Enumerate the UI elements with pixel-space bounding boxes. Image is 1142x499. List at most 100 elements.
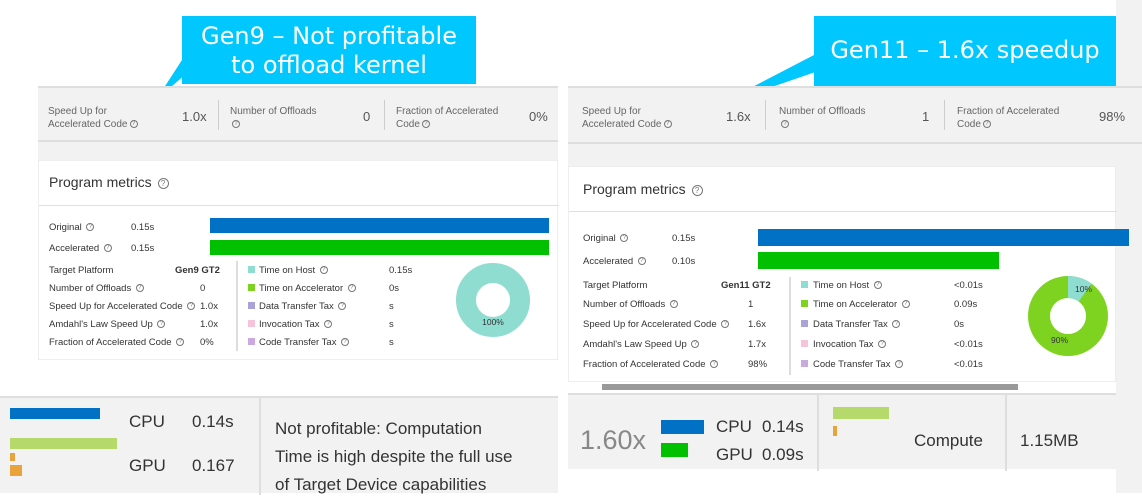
right-legend-label: Time on Accelerator ? xyxy=(813,299,910,310)
left-cpu-bar xyxy=(10,408,100,419)
help-icon: ? xyxy=(620,234,629,243)
right-legend-label: Invocation Tax ? xyxy=(813,339,887,350)
help-icon: ? xyxy=(669,300,678,309)
right-row-value: 1 xyxy=(748,299,754,310)
accelerator-swatch xyxy=(248,284,255,291)
horizontal-scrollbar[interactable] xyxy=(602,384,1018,390)
left-row-label: Fraction of Accelerated Code ? xyxy=(49,337,185,348)
right-offloads-value: 1 xyxy=(922,109,930,124)
right-donut-host-label: 10% xyxy=(1075,284,1092,294)
left-row-label: Amdahl's Law Speed Up ? xyxy=(49,319,166,330)
help-icon: ? xyxy=(721,320,730,329)
help-icon: ? xyxy=(129,120,138,129)
help-icon: ? xyxy=(341,338,350,347)
help-icon: ? xyxy=(710,360,719,369)
left-row-value: Gen9 GT2 xyxy=(175,265,220,276)
right-summary-bar: Speed Up for Accelerated Code? 1.6x Numb… xyxy=(568,86,1142,144)
left-summary-bar: Speed Up for Accelerated Code? 1.0x Numb… xyxy=(38,86,558,142)
left-legend-label: Invocation Tax ? xyxy=(259,319,333,330)
right-legend-value: 0s xyxy=(954,319,965,330)
help-icon: ? xyxy=(901,300,910,309)
left-bottom-summary: CPU 0.14s GPU 0.167 Not profitable: Comp… xyxy=(0,396,558,495)
help-icon: ? xyxy=(663,120,672,129)
right-size-value: 1.15MB xyxy=(1020,431,1079,450)
left-row-value: 1.0x xyxy=(200,301,218,312)
left-legend-value: 0.15s xyxy=(389,265,413,276)
left-row-value: 0 xyxy=(200,283,206,294)
right-row-label: Speed Up for Accelerated Code ? xyxy=(583,319,730,330)
left-cpu-label: CPU xyxy=(129,412,165,431)
right-speedup-label: Speed Up for Accelerated Code? xyxy=(582,105,672,131)
right-metrics-title: Program metrics ? xyxy=(583,181,703,197)
host-swatch xyxy=(801,281,808,288)
help-icon: ? xyxy=(347,284,356,293)
host-swatch xyxy=(248,266,255,273)
right-original-value: 0.15s xyxy=(672,233,696,244)
right-callout: Gen11 – 1.6x speedup xyxy=(814,16,1116,86)
right-row-value: 98% xyxy=(748,359,768,370)
left-cpu-value: 0.14s xyxy=(192,412,234,431)
right-program-metrics: Program metrics ? Original ? 0.15s Accel… xyxy=(568,166,1129,382)
left-program-metrics: Program metrics ? Original ? 0.15s Accel… xyxy=(38,160,559,360)
right-legend-value: <0.01s xyxy=(954,280,983,291)
left-callout-line2: to offload kernel xyxy=(231,51,427,79)
transfer-swatch xyxy=(248,302,255,309)
help-icon: ? xyxy=(176,338,185,347)
left-speedup-label: Speed Up for Accelerated Code? xyxy=(48,105,138,131)
help-icon: ? xyxy=(873,281,882,290)
left-row-label: Number of Offloads ? xyxy=(49,283,144,294)
help-icon: ? xyxy=(892,320,901,329)
help-icon: ? xyxy=(187,302,196,311)
right-row-label: Number of Offloads ? xyxy=(583,299,678,310)
right-accelerated-label: Accelerated ? xyxy=(583,256,646,267)
left-legend-value: s xyxy=(389,319,394,330)
left-legend-value: 0s xyxy=(389,283,400,294)
left-callout-line1: Gen9 – Not profitable xyxy=(201,22,457,50)
right-row-label: Fraction of Accelerated Code ? xyxy=(583,359,719,370)
right-compute-small-bar xyxy=(833,426,837,436)
help-icon: ? xyxy=(691,340,700,349)
help-icon: ? xyxy=(86,223,95,232)
left-legend-label: Code Transfer Tax ? xyxy=(259,337,350,348)
left-accelerated-label: Accelerated ? xyxy=(49,243,112,254)
left-legend-label: Time on Host ? xyxy=(259,265,328,276)
right-donut-chart: 10% 90% xyxy=(1028,276,1108,356)
right-compute-label: Compute xyxy=(914,431,983,450)
right-fraction-value: 98% xyxy=(1099,109,1126,124)
code-transfer-swatch xyxy=(248,338,255,345)
left-legend-value: s xyxy=(389,337,394,348)
left-speedup-value: 1.0x xyxy=(182,109,207,124)
left-fraction-label: Fraction of Accelerated Code? xyxy=(396,106,499,130)
left-fraction-value: 0% xyxy=(529,109,548,124)
help-icon: ? xyxy=(878,340,887,349)
right-cpu-label: CPU xyxy=(716,417,752,436)
left-legend-value: s xyxy=(389,301,394,312)
left-offloads-value: 0 xyxy=(363,109,371,124)
right-legend-label: Data Transfer Tax ? xyxy=(813,319,901,330)
help-icon: ? xyxy=(781,120,789,129)
left-gpu-small-bar xyxy=(10,465,22,476)
transfer-swatch xyxy=(801,320,808,327)
left-legend-label: Data Transfer Tax ? xyxy=(259,301,347,312)
left-donut-label: 100% xyxy=(482,317,504,327)
right-row-value: Gen11 GT2 xyxy=(721,280,771,291)
help-icon: ? xyxy=(157,320,166,329)
help-icon: ? xyxy=(637,257,646,266)
right-legend-value: 0.09s xyxy=(954,299,978,310)
right-accelerated-bar xyxy=(758,252,999,269)
help-icon: ? xyxy=(232,120,240,129)
left-original-bar xyxy=(210,218,549,233)
right-original-label: Original ? xyxy=(583,233,629,244)
left-accelerated-value: 0.15s xyxy=(131,243,155,254)
left-legend-label: Time on Accelerator ? xyxy=(259,283,356,294)
invocation-swatch xyxy=(801,340,808,347)
right-gpu-value: 0.09s xyxy=(762,445,804,464)
right-row-value: 1.6x xyxy=(748,319,766,330)
right-fraction-label: Fraction of Accelerated Code? xyxy=(957,106,1060,130)
left-gpu-value: 0.167 xyxy=(192,456,235,475)
help-icon: ? xyxy=(421,120,430,129)
help-icon: ? xyxy=(135,284,144,293)
right-bottom-summary: 1.60x CPU 0.14s GPU 0.09s Compute 1.15MB xyxy=(568,393,1116,471)
right-cpu-bar xyxy=(661,420,704,434)
left-gpu-small-bar xyxy=(10,453,15,461)
